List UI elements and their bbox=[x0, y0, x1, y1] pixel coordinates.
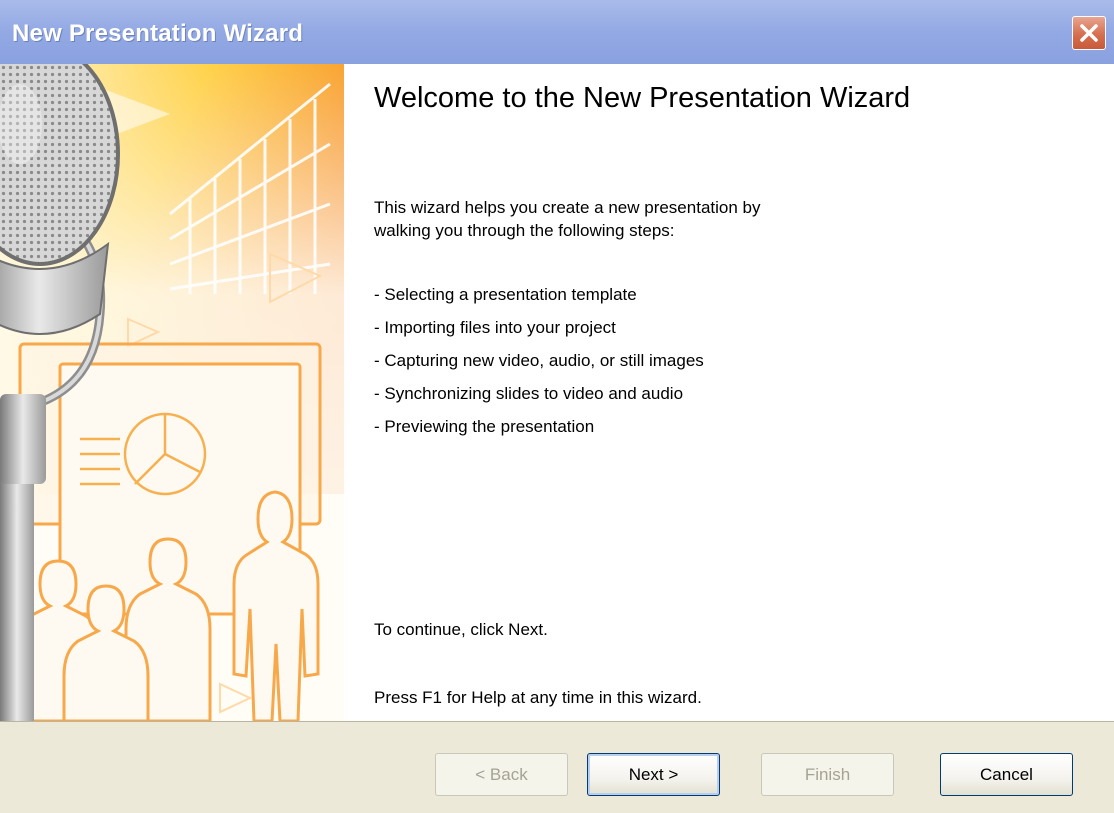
presentation-illustration-icon bbox=[0, 64, 344, 721]
intro-line-1: This wizard helps you create a new prese… bbox=[374, 198, 761, 217]
wizard-illustration bbox=[0, 64, 344, 721]
finish-button[interactable]: Finish bbox=[761, 753, 894, 796]
step-item: - Importing files into your project bbox=[374, 318, 616, 337]
close-button[interactable] bbox=[1072, 16, 1106, 50]
continue-text: To continue, click Next. bbox=[374, 620, 548, 639]
intro-text: This wizard helps you create a new prese… bbox=[374, 196, 760, 242]
steps-list: - Selecting a presentation template - Im… bbox=[374, 278, 704, 443]
step-item: - Previewing the presentation bbox=[374, 417, 595, 436]
intro-line-2: walking you through the following steps: bbox=[374, 221, 675, 240]
close-icon bbox=[1080, 24, 1098, 42]
cancel-button[interactable]: Cancel bbox=[940, 753, 1073, 796]
wizard-heading: Welcome to the New Presentation Wizard bbox=[374, 82, 911, 114]
window-title: New Presentation Wizard bbox=[12, 20, 304, 47]
step-item: - Capturing new video, audio, or still i… bbox=[374, 351, 704, 370]
back-button[interactable]: < Back bbox=[435, 753, 568, 796]
title-bar[interactable]: New Presentation Wizard bbox=[0, 0, 1114, 64]
next-button[interactable]: Next > bbox=[587, 753, 720, 796]
help-text: Press F1 for Help at any time in this wi… bbox=[374, 688, 702, 707]
steps-list-container: - Selecting a presentation template - Im… bbox=[374, 278, 704, 443]
step-item: - Synchronizing slides to video and audi… bbox=[374, 384, 684, 403]
wizard-footer: < Back Next > Finish Cancel bbox=[0, 721, 1114, 813]
step-item: - Selecting a presentation template bbox=[374, 285, 637, 304]
